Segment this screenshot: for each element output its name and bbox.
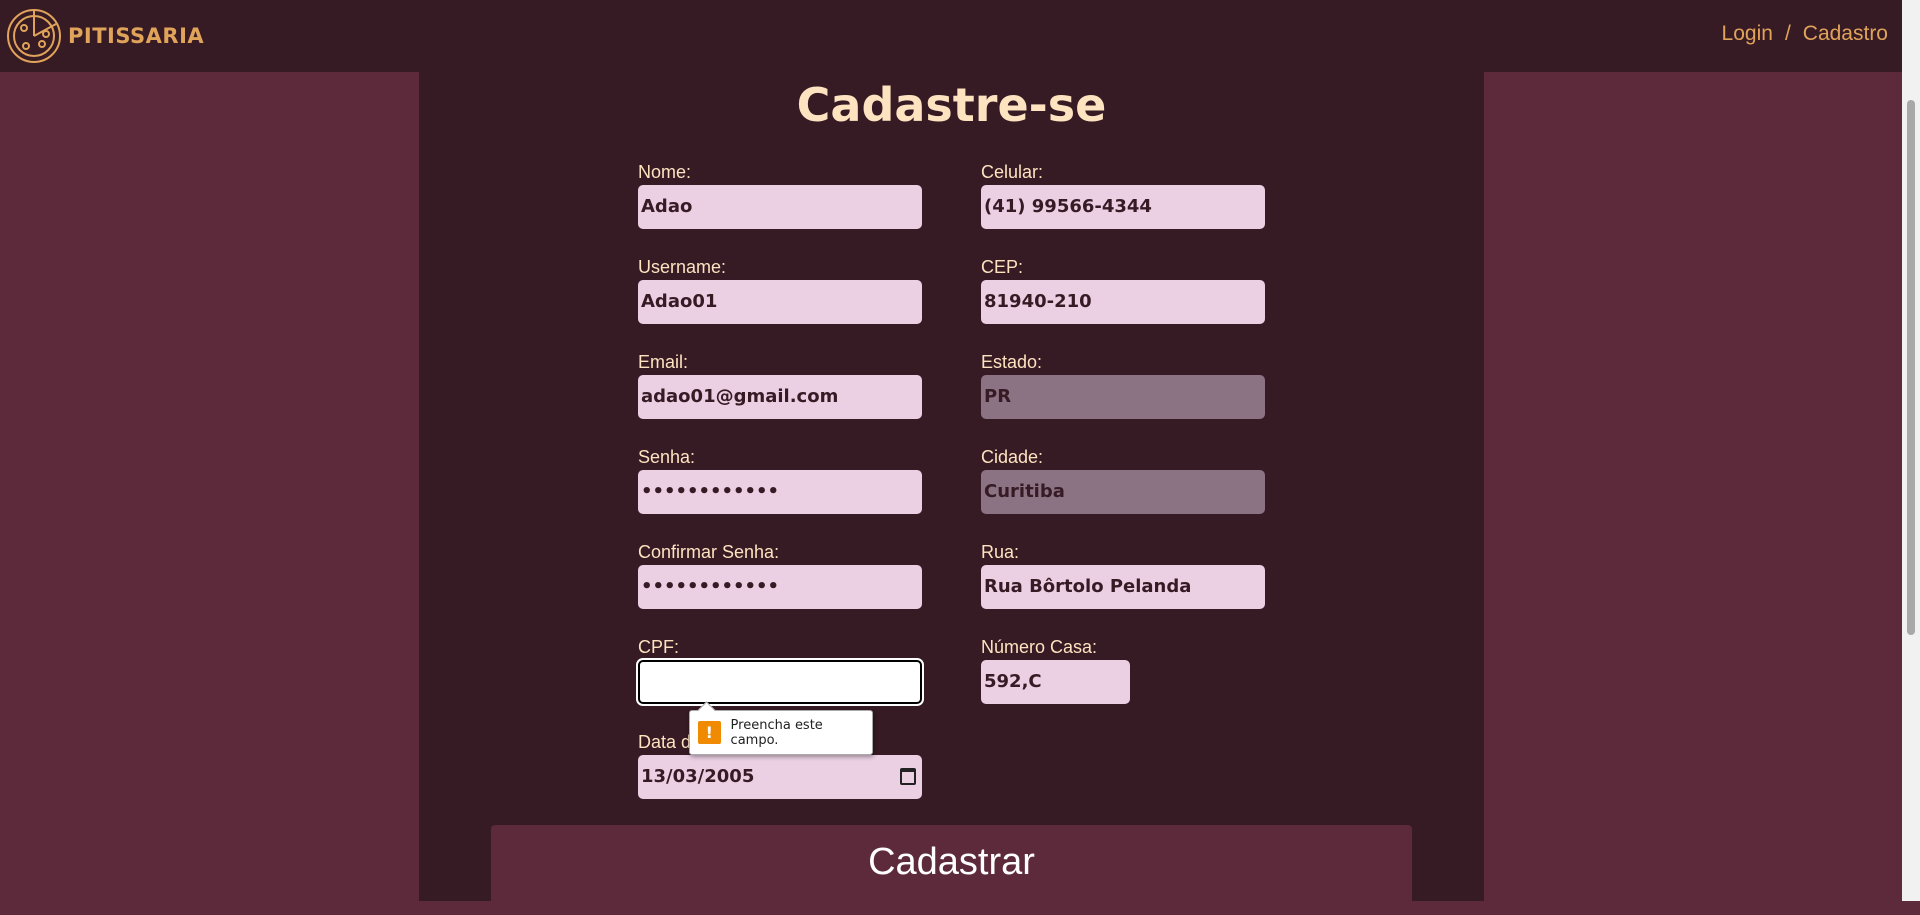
signup-panel: Cadastre-se	[419, 72, 1484, 901]
form-field: Username: Adao01	[638, 255, 922, 324]
data-de-nascimento-value: 13/03/2005	[641, 766, 755, 787]
data-de-nascimento-input[interactable]: 13/03/2005	[638, 755, 922, 799]
confirmar-senha-input[interactable]: ••••••••••••	[638, 565, 922, 609]
form-field: CPF:	[636, 635, 924, 706]
rua-label: Rua:	[981, 542, 1020, 562]
form-field: Nome: Adao	[638, 160, 922, 229]
form-field: Senha: ••••••••••••	[638, 445, 922, 514]
form-field: CEP: 81940-210	[981, 255, 1265, 324]
cadastrar-button[interactable]: Cadastrar	[491, 825, 1412, 915]
email-value: adao01@gmail.com	[641, 386, 839, 407]
número-casa-input[interactable]: 592,C	[981, 660, 1130, 704]
confirmar-senha-value: ••••••••••••	[641, 576, 780, 597]
senha-value: ••••••••••••	[641, 481, 780, 502]
auth-nav: Login / Cadastro	[1722, 22, 1888, 46]
username-value: Adao01	[641, 291, 718, 312]
page-title: Cadastre-se	[796, 78, 1107, 132]
estado-value: PR	[984, 386, 1012, 407]
cep-input[interactable]: 81940-210	[981, 280, 1265, 324]
nome-value: Adao	[641, 196, 693, 217]
scrollbar-thumb[interactable]	[1907, 100, 1915, 635]
celular-value: (41) 99566-4344	[984, 196, 1152, 217]
login-link[interactable]: Login	[1722, 22, 1773, 45]
logo[interactable]: PITISSARIA	[6, 8, 204, 64]
senha-label: Senha:	[638, 447, 696, 467]
cep-value: 81940-210	[984, 291, 1092, 312]
cadastro-link[interactable]: Cadastro	[1803, 22, 1888, 45]
celular-label: Celular:	[981, 162, 1044, 182]
form-field: Cidade: Curitiba	[981, 445, 1265, 514]
confirmar-senha-label: Confirmar Senha:	[638, 542, 780, 562]
form-field: Estado: PR	[981, 350, 1265, 419]
top-navbar: PITISSARIA Login / Cadastro	[0, 0, 1902, 72]
cep-label: CEP:	[981, 257, 1024, 277]
estado-label: Estado:	[981, 352, 1043, 372]
celular-input[interactable]: (41) 99566-4344	[981, 185, 1265, 229]
calendar-icon[interactable]	[900, 768, 916, 785]
cidade-value: Curitiba	[984, 481, 1065, 502]
senha-input[interactable]: ••••••••••••	[638, 470, 922, 514]
username-input[interactable]: Adao01	[638, 280, 922, 324]
warning-icon: !	[698, 721, 721, 744]
cpf-label: CPF:	[638, 637, 680, 657]
estado-input: PR	[981, 375, 1265, 419]
form-field: Celular: (41) 99566-4344	[981, 160, 1265, 229]
scrollbar[interactable]	[1902, 0, 1920, 901]
form-field: Rua: Rua Bôrtolo Pelanda	[981, 540, 1265, 609]
email-input[interactable]: adao01@gmail.com	[638, 375, 922, 419]
número-casa-value: 592,C	[984, 671, 1042, 692]
email-label: Email:	[638, 352, 689, 372]
nome-label: Nome:	[638, 162, 692, 182]
tooltip-text: Preencha este campo.	[730, 717, 823, 748]
validation-tooltip: ! Preencha este campo.	[689, 710, 873, 755]
nome-input[interactable]: Adao	[638, 185, 922, 229]
cidade-input: Curitiba	[981, 470, 1265, 514]
pizza-logo-icon	[7, 9, 61, 63]
username-label: Username:	[638, 257, 727, 277]
brand-name: PITISSARIA	[68, 24, 205, 48]
form-field: Email: adao01@gmail.com	[638, 350, 922, 419]
nav-separator: /	[1784, 22, 1791, 45]
form-field: Número Casa: 592,C	[981, 635, 1265, 704]
número-casa-label: Número Casa:	[981, 637, 1098, 657]
rua-value: Rua Bôrtolo Pelanda	[984, 576, 1192, 597]
rua-input[interactable]: Rua Bôrtolo Pelanda	[981, 565, 1265, 609]
form-field: Confirmar Senha: ••••••••••••	[638, 540, 922, 609]
cpf-input[interactable]	[636, 658, 924, 706]
cidade-label: Cidade:	[981, 447, 1044, 467]
